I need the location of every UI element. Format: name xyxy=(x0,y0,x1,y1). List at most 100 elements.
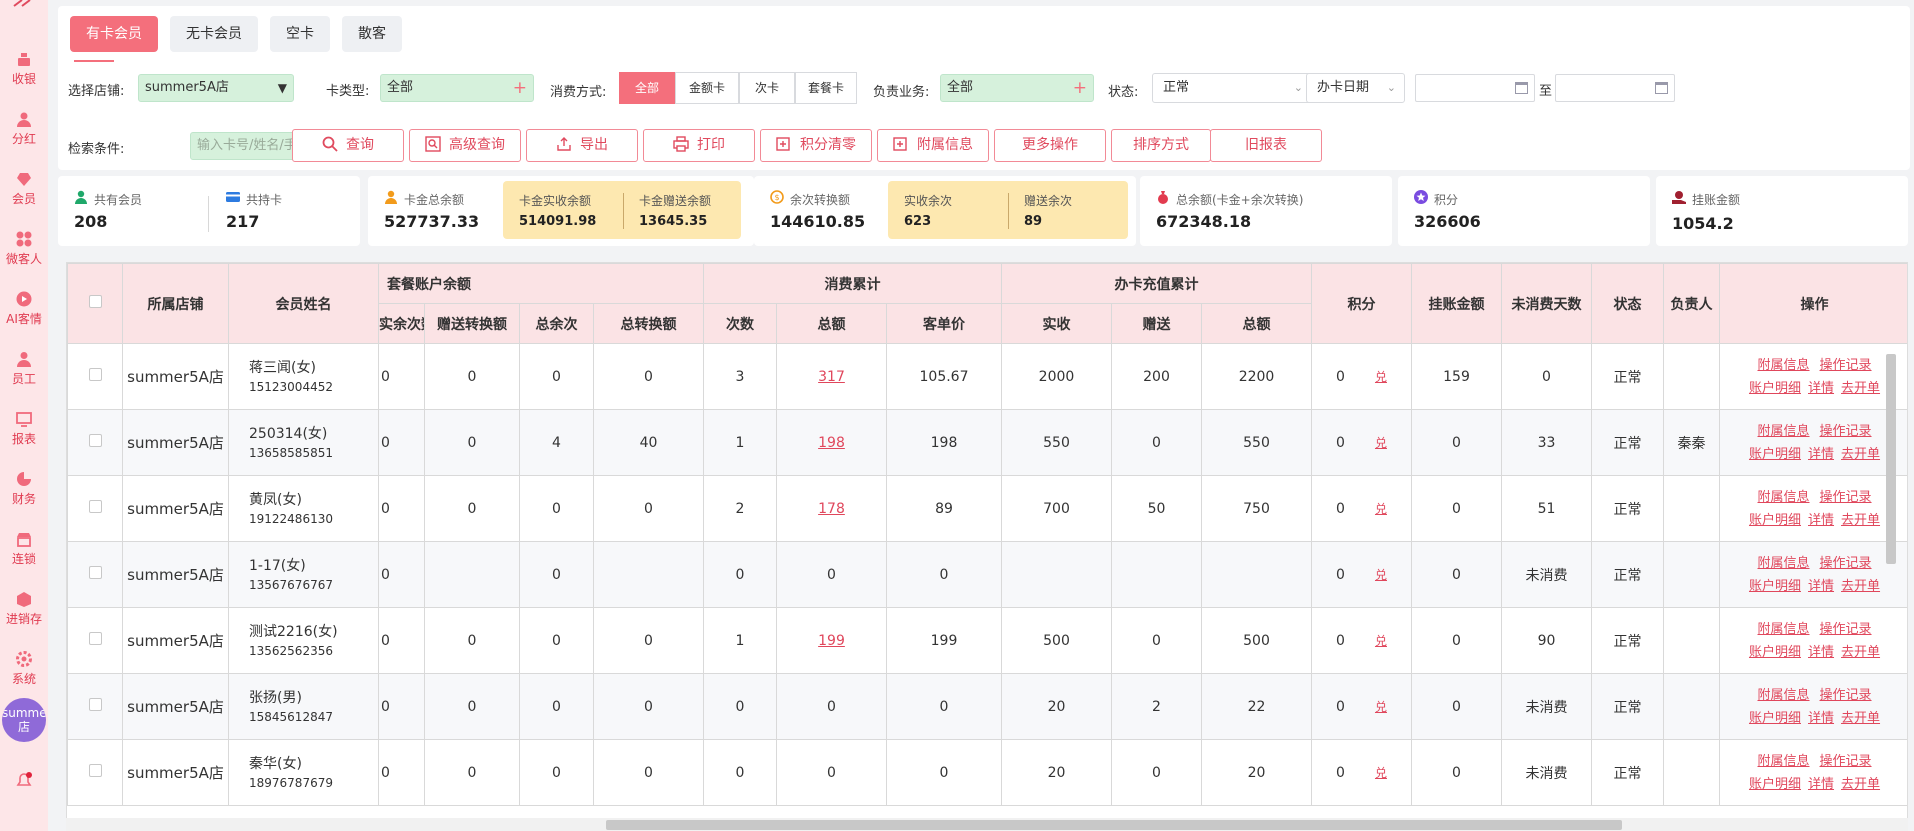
row-checkbox[interactable] xyxy=(88,500,102,513)
sidebar-item-5[interactable]: 员工 xyxy=(0,340,48,394)
tab-empty-card[interactable]: 空卡 xyxy=(270,16,330,52)
row-checkbox[interactable] xyxy=(88,434,102,447)
account-detail-link[interactable]: 账户明细 xyxy=(1749,773,1801,796)
card-type-select[interactable]: 全部 + xyxy=(380,74,534,102)
table-row[interactable]: summer5A店 秦华(女) 18976787679 0 0 0 0 0 0 0 20 0 20 0 兑 0… xyxy=(67,739,1907,806)
open-order-link[interactable]: 去开单 xyxy=(1841,575,1880,598)
open-order-link[interactable]: 去开单 xyxy=(1841,509,1880,532)
horizontal-scrollbar[interactable] xyxy=(606,820,1622,830)
col-credit[interactable]: 挂账金额 xyxy=(1411,263,1503,344)
open-order-link[interactable]: 去开单 xyxy=(1841,773,1880,796)
attached-info-link[interactable]: 附属信息 xyxy=(1758,684,1810,707)
plus-icon[interactable]: + xyxy=(1073,75,1087,101)
sidebar-item-9[interactable]: 进销存 xyxy=(0,580,48,634)
consume-total-link[interactable]: 317 xyxy=(818,369,845,385)
store-select[interactable]: summer5A店 ▼ xyxy=(138,74,294,102)
col-name[interactable]: 会员姓名 xyxy=(228,263,379,344)
open-order-link[interactable]: 去开单 xyxy=(1841,707,1880,730)
attached-info-link[interactable]: 附属信息 xyxy=(1758,552,1810,575)
sort-button[interactable]: 排序方式 xyxy=(1111,129,1211,162)
op-log-link[interactable]: 操作记录 xyxy=(1820,618,1872,641)
account-detail-link[interactable]: 账户明细 xyxy=(1749,509,1801,532)
col-status[interactable]: 状态 xyxy=(1591,263,1665,344)
sidebar-item-4[interactable]: AI客情 xyxy=(0,280,48,334)
staff-select[interactable]: 全部 + xyxy=(940,74,1094,102)
cell-member[interactable]: 张扬(男) 15845612847 xyxy=(228,673,379,740)
row-checkbox[interactable] xyxy=(88,566,102,579)
col-points[interactable]: 积分 xyxy=(1311,263,1413,344)
op-log-link[interactable]: 操作记录 xyxy=(1820,684,1872,707)
redeem-link[interactable]: 兑 xyxy=(1375,700,1387,714)
query-button[interactable]: 查询 xyxy=(292,129,404,162)
table-row[interactable]: summer5A店 1-17(女) 13567676767 0 0 0 0 0 0 兑 0 未消费 正常… xyxy=(67,541,1907,608)
sidebar-item-2[interactable]: 会员 xyxy=(0,160,48,214)
cell-member[interactable]: 黄凤(女) 19122486130 xyxy=(228,475,379,542)
cell-member[interactable]: 250314(女) 13658585851 xyxy=(228,409,379,476)
select-all-checkbox[interactable] xyxy=(88,295,102,308)
attached-info-link[interactable]: 附属信息 xyxy=(1758,486,1810,509)
redeem-link[interactable]: 兑 xyxy=(1375,634,1387,648)
old-report-button[interactable]: 旧报表 xyxy=(1210,129,1322,162)
sidebar-item-1[interactable]: 分红 xyxy=(0,100,48,154)
consume-package-card[interactable]: 套餐卡 xyxy=(795,72,857,104)
detail-link[interactable]: 详情 xyxy=(1808,509,1834,532)
avatar[interactable]: summer5A店 xyxy=(2,698,46,742)
detail-link[interactable]: 详情 xyxy=(1808,575,1834,598)
account-detail-link[interactable]: 账户明细 xyxy=(1749,707,1801,730)
more-actions-button[interactable]: 更多操作 xyxy=(994,129,1106,162)
table-row[interactable]: summer5A店 黄凤(女) 19122486130 0 0 0 0 2 178 89 700 50… xyxy=(67,475,1907,542)
col-consume-count[interactable]: 次数 xyxy=(703,303,777,344)
plus-icon[interactable]: + xyxy=(513,75,527,101)
redeem-link[interactable]: 兑 xyxy=(1375,766,1387,780)
op-log-link[interactable]: 操作记录 xyxy=(1820,354,1872,377)
table-row[interactable]: summer5A店 蒋三闻(女) 15123004452 0 0 0 0 3 317 105.67… xyxy=(67,343,1907,410)
op-log-link[interactable]: 操作记录 xyxy=(1820,420,1872,443)
open-order-link[interactable]: 去开单 xyxy=(1841,377,1880,400)
attached-info-link[interactable]: 附属信息 xyxy=(1758,354,1810,377)
consume-amount-card[interactable]: 金额卡 xyxy=(675,72,739,104)
op-log-link[interactable]: 操作记录 xyxy=(1820,486,1872,509)
redeem-link[interactable]: 兑 xyxy=(1375,568,1387,582)
col-avg-price[interactable]: 客单价 xyxy=(886,303,1002,344)
col-idle-days[interactable]: 未消费天数 xyxy=(1501,263,1593,344)
sidebar-item-10[interactable]: 系统 xyxy=(0,640,48,694)
col-remain-times[interactable]: 实余次数 xyxy=(378,303,425,344)
detail-link[interactable]: 详情 xyxy=(1808,377,1834,400)
table-row[interactable]: summer5A店 张扬(男) 15845612847 0 0 0 0 0 0 0 20 2 22 0 兑 0… xyxy=(67,673,1907,740)
col-gift-conv[interactable]: 赠送转换额 xyxy=(424,303,520,344)
sidebar-item-6[interactable]: 报表 xyxy=(0,400,48,454)
open-order-link[interactable]: 去开单 xyxy=(1841,443,1880,466)
col-store[interactable]: 所属店铺 xyxy=(122,263,229,344)
col-total-times[interactable]: 总余次 xyxy=(519,303,594,344)
export-button[interactable]: 导出 xyxy=(526,129,638,162)
row-checkbox[interactable] xyxy=(88,764,102,777)
sidebar-item-3[interactable]: 微客人 xyxy=(0,220,48,274)
date-type-select[interactable]: 办卡日期 ⌄ xyxy=(1306,73,1405,103)
open-order-link[interactable]: 去开单 xyxy=(1841,641,1880,664)
col-owner[interactable]: 负责人 xyxy=(1663,263,1721,344)
row-checkbox[interactable] xyxy=(88,698,102,711)
notification-bell-icon[interactable] xyxy=(14,770,34,790)
consume-total-link[interactable]: 178 xyxy=(818,501,845,517)
print-button[interactable]: 打印 xyxy=(643,129,755,162)
attached-info-button[interactable]: 附属信息 xyxy=(877,129,989,162)
cell-member[interactable]: 蒋三闻(女) 15123004452 xyxy=(228,343,379,410)
table-row[interactable]: summer5A店 250314(女) 13658585851 0 0 4 40 1 198 19… xyxy=(67,409,1907,476)
sidebar-item-8[interactable]: 连锁 xyxy=(0,520,48,574)
row-checkbox[interactable] xyxy=(88,632,102,645)
col-recharge-total[interactable]: 总额 xyxy=(1200,303,1313,344)
redeem-link[interactable]: 兑 xyxy=(1375,370,1387,384)
account-detail-link[interactable]: 账户明细 xyxy=(1749,641,1801,664)
redeem-link[interactable]: 兑 xyxy=(1375,502,1387,516)
consume-total-link[interactable]: 198 xyxy=(818,435,845,451)
end-date-input[interactable] xyxy=(1555,74,1675,102)
detail-link[interactable]: 详情 xyxy=(1808,773,1834,796)
sidebar-item-0[interactable]: 收银 xyxy=(0,40,48,94)
row-checkbox[interactable] xyxy=(88,368,102,381)
op-log-link[interactable]: 操作记录 xyxy=(1820,552,1872,575)
attached-info-link[interactable]: 附属信息 xyxy=(1758,618,1810,641)
consume-all[interactable]: 全部 xyxy=(619,72,675,104)
attached-info-link[interactable]: 附属信息 xyxy=(1758,750,1810,773)
col-recharge-real[interactable]: 实收 xyxy=(1001,303,1112,344)
sidebar-item-7[interactable]: 财务 xyxy=(0,460,48,514)
